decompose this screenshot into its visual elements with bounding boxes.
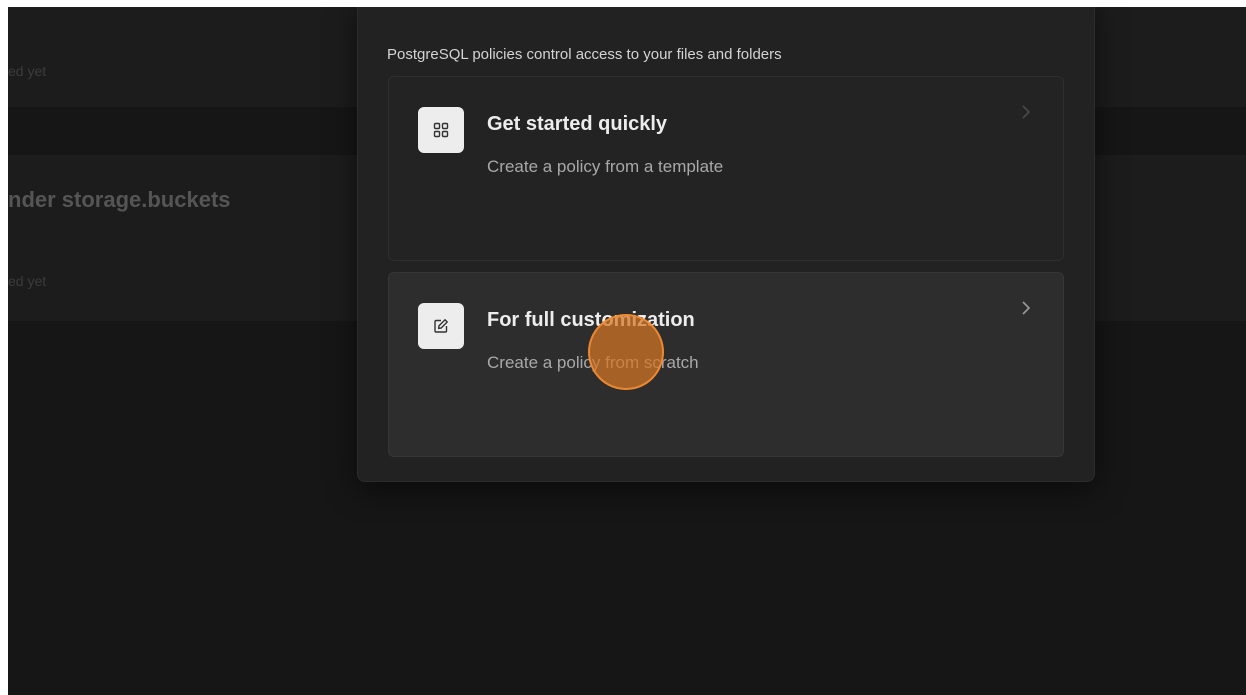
- option-subtitle: Create a policy from scratch: [487, 353, 699, 372]
- option-subtitle: Create a policy from a template: [487, 157, 724, 176]
- app-screen: ed yet nder storage.buckets ed yet Postg…: [8, 7, 1246, 695]
- background-section-heading: nder storage.buckets: [8, 187, 231, 212]
- grid-template-icon: [418, 107, 464, 153]
- background-empty-status: ed yet: [8, 63, 47, 79]
- chevron-right-icon: [1019, 102, 1033, 122]
- option-title: Get started quickly: [487, 113, 668, 135]
- modal-description: PostgreSQL policies control access to yo…: [387, 46, 782, 63]
- background-section-status: ed yet: [8, 273, 47, 289]
- get-started-quickly-option[interactable]: Get started quickly Create a policy from…: [388, 76, 1064, 261]
- edit-icon: [418, 303, 464, 349]
- full-customization-option[interactable]: For full customization Create a policy f…: [388, 272, 1064, 457]
- chevron-right-icon: [1019, 298, 1033, 318]
- new-policy-modal: PostgreSQL policies control access to yo…: [357, 7, 1095, 482]
- option-title: For full customization: [487, 309, 695, 331]
